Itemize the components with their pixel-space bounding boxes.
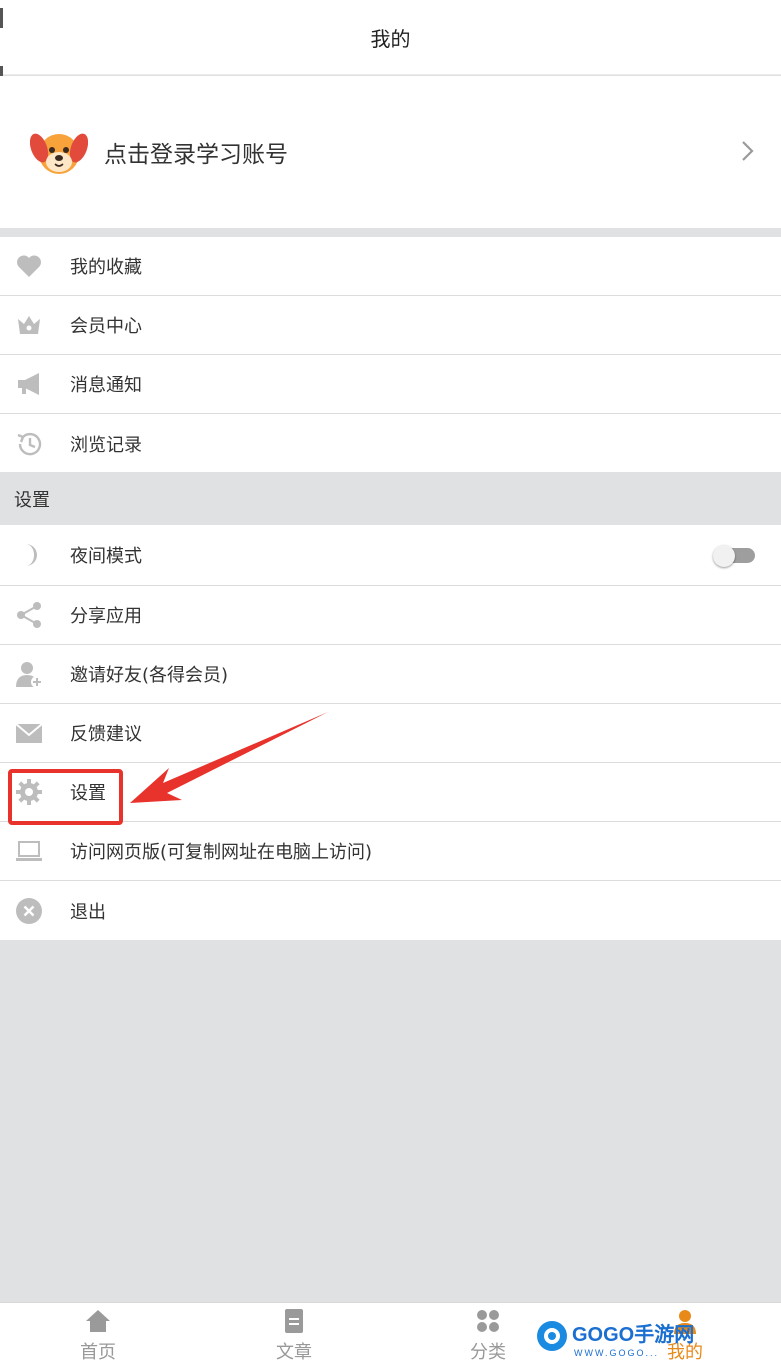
moon-icon — [14, 540, 44, 570]
tab-home[interactable]: 首页 — [48, 1303, 148, 1363]
tab-label: 文章 — [276, 1342, 312, 1363]
share-icon — [14, 600, 44, 630]
history-icon — [14, 429, 44, 459]
menu-item-night-mode[interactable]: 夜间模式 — [0, 525, 781, 586]
menu-item-label: 分享应用 — [70, 606, 142, 627]
menu-item-membership[interactable]: 会员中心 — [0, 296, 781, 355]
menu-group-primary: 我的收藏 会员中心 消息通知 浏览记录 — [0, 237, 781, 473]
menu-item-history[interactable]: 浏览记录 — [0, 414, 781, 473]
grid-icon — [477, 1310, 499, 1332]
gear-icon — [14, 777, 44, 807]
close-circle-icon — [14, 896, 44, 926]
menu-item-invite-friends[interactable]: 邀请好友(各得会员) — [0, 645, 781, 704]
menu-item-notifications[interactable]: 消息通知 — [0, 355, 781, 414]
menu-item-share-app[interactable]: 分享应用 — [0, 586, 781, 645]
dog-avatar-icon — [30, 133, 88, 174]
tab-label: 分类 — [470, 1342, 506, 1363]
menu-item-logout[interactable]: 退出 — [0, 881, 781, 940]
menu-item-label: 会员中心 — [70, 316, 142, 337]
user-icon — [674, 1310, 696, 1334]
menu-item-label: 邀请好友(各得会员) — [70, 665, 229, 686]
menu-item-label: 夜间模式 — [70, 546, 142, 567]
menu-group-settings: 夜间模式 分享应用 邀请好友(各得会员) 反馈建议 设置 访问网页版(可复制网址… — [0, 525, 781, 940]
night-mode-toggle[interactable] — [713, 545, 755, 567]
page-header: 我的 — [0, 0, 781, 75]
menu-item-label: 访问网页版(可复制网址在电脑上访问) — [70, 842, 373, 863]
section-header-settings: 设置 — [0, 472, 781, 525]
bottom-tab-bar: 首页 文章 分类 我的 — [0, 1302, 781, 1363]
tab-mine[interactable]: 我的 — [635, 1303, 735, 1363]
menu-item-label: 消息通知 — [70, 375, 142, 396]
menu-item-label: 设置 — [70, 783, 106, 804]
menu-item-label: 浏览记录 — [70, 434, 142, 456]
menu-item-label: 我的收藏 — [70, 257, 142, 278]
menu-item-label: 反馈建议 — [70, 724, 142, 745]
menu-item-web-version[interactable]: 访问网页版(可复制网址在电脑上访问) — [0, 822, 781, 881]
heart-icon — [14, 251, 44, 281]
tab-label: 首页 — [80, 1342, 116, 1363]
menu-item-label: 退出 — [70, 901, 106, 923]
login-label: 点击登录学习账号 — [104, 142, 288, 168]
menu-item-settings[interactable]: 设置 — [0, 763, 781, 822]
edge-mark — [0, 8, 3, 28]
document-icon — [285, 1309, 303, 1333]
chevron-right-icon — [742, 141, 754, 161]
menu-item-feedback[interactable]: 反馈建议 — [0, 704, 781, 763]
megaphone-icon — [14, 369, 44, 399]
home-icon — [86, 1310, 110, 1332]
laptop-icon — [14, 836, 44, 866]
crown-icon — [14, 310, 44, 340]
tab-articles[interactable]: 文章 — [244, 1303, 344, 1363]
add-user-icon — [14, 659, 44, 689]
login-row[interactable]: 点击登录学习账号 — [0, 76, 781, 228]
menu-item-favorites[interactable]: 我的收藏 — [0, 237, 781, 296]
tab-categories[interactable]: 分类 — [438, 1303, 538, 1363]
mail-icon — [14, 718, 44, 748]
tab-label: 我的 — [667, 1342, 703, 1363]
page-title: 我的 — [370, 26, 411, 51]
toggle-knob — [713, 545, 735, 567]
